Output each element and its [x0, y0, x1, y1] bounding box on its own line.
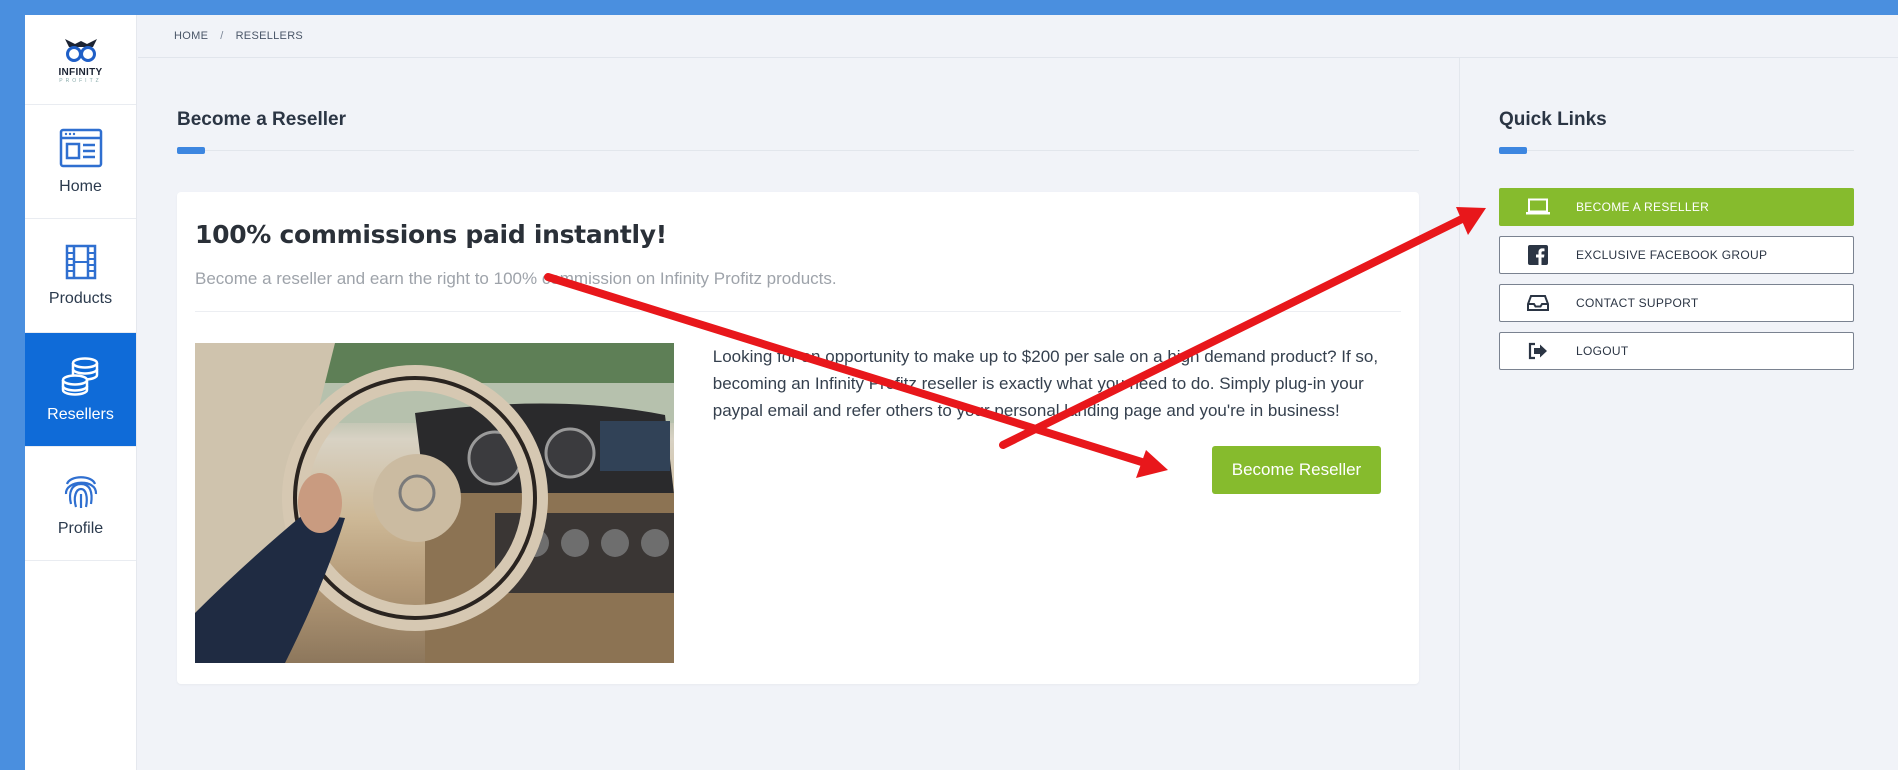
sidebar-item-label: Products — [48, 289, 113, 307]
quick-link-label: CONTACT SUPPORT — [1576, 296, 1699, 310]
breadcrumb: HOME / RESELLERS — [138, 15, 1898, 58]
sidebar-item-products[interactable]: Products — [25, 219, 136, 333]
quick-links-panel: Quick Links BECOME A RESELLER EXCLUSIVE … — [1459, 58, 1898, 770]
browser-window-icon — [59, 128, 102, 167]
sidebar-item-label: Home — [59, 177, 102, 195]
facebook-icon — [1500, 245, 1576, 265]
sidebar-item-profile[interactable]: Profile — [25, 447, 136, 561]
reseller-card: 100% commissions paid instantly! Become … — [177, 192, 1419, 684]
card-divider — [195, 311, 1401, 312]
app-frame: INFINITY PROFITZ Home Products Resellers… — [25, 15, 1898, 770]
quick-link-facebook-group[interactable]: EXCLUSIVE FACEBOOK GROUP — [1499, 236, 1854, 274]
quick-links-divider — [1499, 147, 1854, 154]
logout-icon — [1500, 342, 1576, 360]
sidebar-item-home[interactable]: Home — [25, 105, 136, 219]
quick-link-label: LOGOUT — [1576, 344, 1629, 358]
infinity-logo-icon — [64, 39, 97, 62]
sidebar: INFINITY PROFITZ Home Products Resellers… — [25, 15, 137, 770]
card-heading: 100% commissions paid instantly! — [195, 220, 667, 249]
inbox-icon — [1500, 294, 1576, 312]
fingerprint-icon — [64, 475, 97, 508]
logo-subtext: PROFITZ — [59, 78, 102, 84]
breadcrumb-home[interactable]: HOME — [174, 30, 208, 42]
quick-links-title: Quick Links — [1499, 109, 1607, 130]
sidebar-item-label: Profile — [57, 519, 104, 537]
laptop-icon — [1500, 198, 1576, 216]
main-content: Become a Reseller 100% commissions paid … — [177, 58, 1419, 684]
title-divider — [177, 147, 1419, 154]
quick-link-contact-support[interactable]: CONTACT SUPPORT — [1499, 284, 1854, 322]
quick-link-become-reseller[interactable]: BECOME A RESELLER — [1499, 188, 1854, 226]
coin-stack-icon — [61, 356, 98, 396]
card-description: Looking for an opportunity to make up to… — [712, 347, 1379, 420]
quick-link-label: EXCLUSIVE FACEBOOK GROUP — [1576, 248, 1768, 262]
sidebar-item-resellers[interactable]: Resellers — [25, 333, 136, 447]
car-steering-wheel-photo — [195, 343, 674, 663]
breadcrumb-separator: / — [220, 30, 224, 42]
brand-logo[interactable]: INFINITY PROFITZ — [25, 15, 136, 105]
sidebar-item-label: Resellers — [47, 405, 114, 423]
film-strip-icon — [65, 244, 96, 279]
become-reseller-button[interactable]: Become Reseller — [1211, 446, 1382, 494]
breadcrumb-current: RESELLERS — [235, 30, 304, 42]
page-title: Become a Reseller — [177, 109, 346, 130]
quick-link-logout[interactable]: LOGOUT — [1499, 332, 1854, 370]
quick-link-label: BECOME A RESELLER — [1576, 200, 1710, 214]
card-subtitle: Become a reseller and earn the right to … — [195, 269, 837, 288]
logo-text: INFINITY — [58, 67, 103, 78]
card-body-text: Looking for an opportunity to make up to… — [713, 343, 1401, 663]
